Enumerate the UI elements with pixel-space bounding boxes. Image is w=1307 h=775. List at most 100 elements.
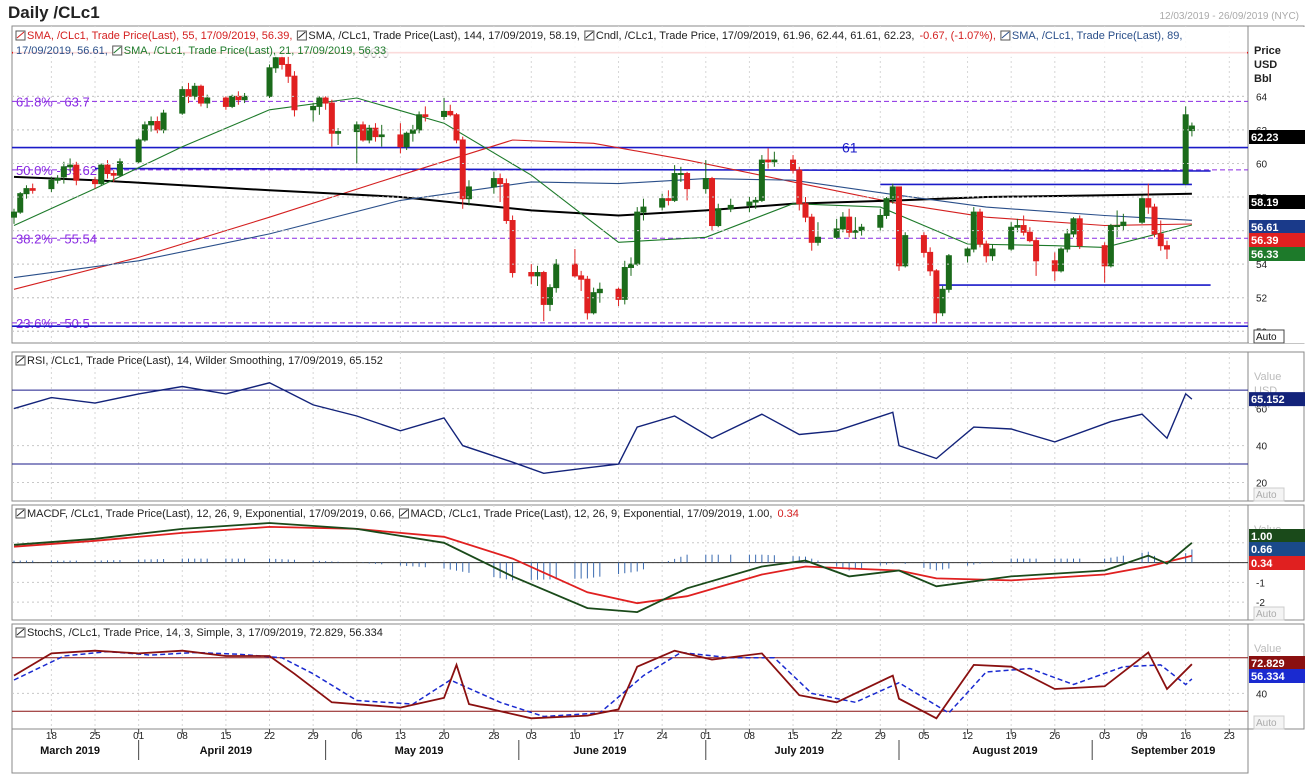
- candle-body: [222, 97, 229, 107]
- candle-body: [659, 198, 666, 208]
- candle-body: [939, 288, 946, 314]
- candle-body: [291, 75, 298, 111]
- candle-body: [185, 89, 192, 97]
- candle-body: [48, 179, 55, 190]
- candle-body: [621, 266, 628, 300]
- x-tick-label: 08: [744, 731, 756, 742]
- candle-body: [17, 193, 24, 213]
- value-tag-label: 72.829: [1251, 658, 1285, 670]
- candle-body: [235, 95, 242, 101]
- candle-body: [1114, 225, 1121, 228]
- y-tick-label-price: 54: [1256, 260, 1268, 271]
- candle-body: [584, 278, 591, 314]
- candle-body: [715, 208, 722, 227]
- candle-body: [977, 211, 984, 245]
- candle-body: [877, 214, 884, 228]
- candle-body: [1058, 248, 1065, 272]
- candle-body: [808, 216, 815, 243]
- candle-body: [709, 178, 716, 227]
- candle-body: [148, 121, 155, 126]
- value-tag-label: 0.34: [1251, 558, 1273, 570]
- candle-body: [1033, 240, 1040, 262]
- x-tick-label: 10: [569, 731, 581, 742]
- value-tag-label: 58.19: [1251, 197, 1279, 209]
- candle-body: [135, 139, 142, 163]
- candle-body: [141, 124, 148, 141]
- axis-title-price: USD: [1254, 59, 1277, 71]
- candle-body: [409, 129, 416, 134]
- legend-entry: MACD, /CLc1, Trade Price(Last), 12, 26, …: [410, 508, 772, 520]
- candle-body: [503, 183, 510, 222]
- candle-body: [191, 85, 198, 97]
- candle-body: [553, 263, 560, 289]
- x-tick-label: 15: [220, 731, 232, 742]
- legend-entry: -0.67, (-1.07%),: [919, 30, 995, 42]
- candle-body: [1014, 225, 1021, 228]
- candle-body: [497, 178, 504, 185]
- candle-body: [67, 164, 74, 168]
- candle-body: [964, 248, 971, 257]
- legend-entry: SMA, /CLc1, Trade Price(Last), 144, 17/0…: [308, 30, 580, 42]
- y-tick-label-price: 64: [1256, 92, 1268, 103]
- candle-body: [310, 105, 317, 111]
- candle-body: [765, 159, 772, 163]
- legend-entry: SMA, /CLc1, Trade Price(Last), 55, 17/09…: [27, 30, 292, 42]
- x-tick-label: 09: [1136, 731, 1148, 742]
- candle-body: [110, 173, 117, 176]
- candle-body: [677, 173, 684, 176]
- month-label: September 2019: [1131, 745, 1215, 757]
- candle-body: [1157, 233, 1164, 247]
- candle-body: [702, 178, 709, 190]
- auto-scale-label-rsi: Auto: [1256, 490, 1277, 501]
- value-tag-label: 62.23: [1251, 132, 1279, 144]
- value-tag-label: 56.33: [1251, 249, 1279, 261]
- candle-body: [895, 186, 902, 267]
- candle-body: [796, 169, 803, 205]
- candle-body: [98, 164, 105, 185]
- candle-body: [328, 102, 335, 134]
- month-label: May 2019: [395, 745, 444, 757]
- candle-body: [154, 121, 161, 131]
- x-tick-label: 16: [1180, 731, 1192, 742]
- candle-body: [590, 292, 597, 314]
- candle-body: [1051, 260, 1058, 272]
- candle-body: [989, 248, 996, 257]
- x-tick-label: 25: [89, 731, 101, 742]
- value-tag-label: 0.66: [1251, 544, 1272, 556]
- x-tick-label: 06: [351, 731, 363, 742]
- axis-title-price: Price: [1254, 45, 1281, 57]
- x-tick-label: 18: [46, 731, 58, 742]
- x-tick-label: 26: [1049, 731, 1061, 742]
- candle-body: [596, 288, 603, 294]
- month-label: August 2019: [972, 745, 1037, 757]
- candle-body: [902, 235, 909, 267]
- auto-scale-label-macd: Auto: [1256, 609, 1277, 620]
- x-tick-label: 29: [308, 731, 320, 742]
- y-tick-label-rsi: 40: [1256, 442, 1268, 453]
- candle-body: [983, 243, 990, 257]
- axis-title-stoch: Value: [1254, 643, 1281, 655]
- candle-body: [54, 178, 61, 181]
- x-tick-label: 19: [1006, 731, 1018, 742]
- candle-body: [397, 134, 404, 148]
- candle-body: [671, 173, 678, 201]
- candle-body: [1120, 221, 1127, 227]
- legend-entry: StochS, /CLc1, Trade Price, 14, 3, Simpl…: [27, 627, 383, 639]
- x-tick-label: 20: [438, 731, 450, 742]
- candle-body: [771, 159, 778, 163]
- chart-canvas[interactable]: 505254565860626461.8% - 63.750.0% - 59.6…: [0, 0, 1307, 775]
- candle-body: [378, 134, 385, 138]
- x-tick-label: 24: [657, 731, 669, 742]
- candle-body: [927, 251, 934, 272]
- x-tick-label: 03: [526, 731, 538, 742]
- candle-body: [933, 270, 940, 314]
- month-label: April 2019: [200, 745, 253, 757]
- legend-entry: RSI, /CLc1, Trade Price(Last), 14, Wilde…: [27, 355, 383, 367]
- candle-body: [322, 97, 329, 104]
- y-tick-label-price: 52: [1256, 294, 1268, 305]
- candle-body: [846, 216, 853, 233]
- candle-body: [920, 235, 927, 253]
- candle-body: [546, 287, 553, 305]
- candle-body: [459, 139, 466, 200]
- legend-entry: SMA, /CLc1, Trade Price(Last), 89,: [1012, 30, 1183, 42]
